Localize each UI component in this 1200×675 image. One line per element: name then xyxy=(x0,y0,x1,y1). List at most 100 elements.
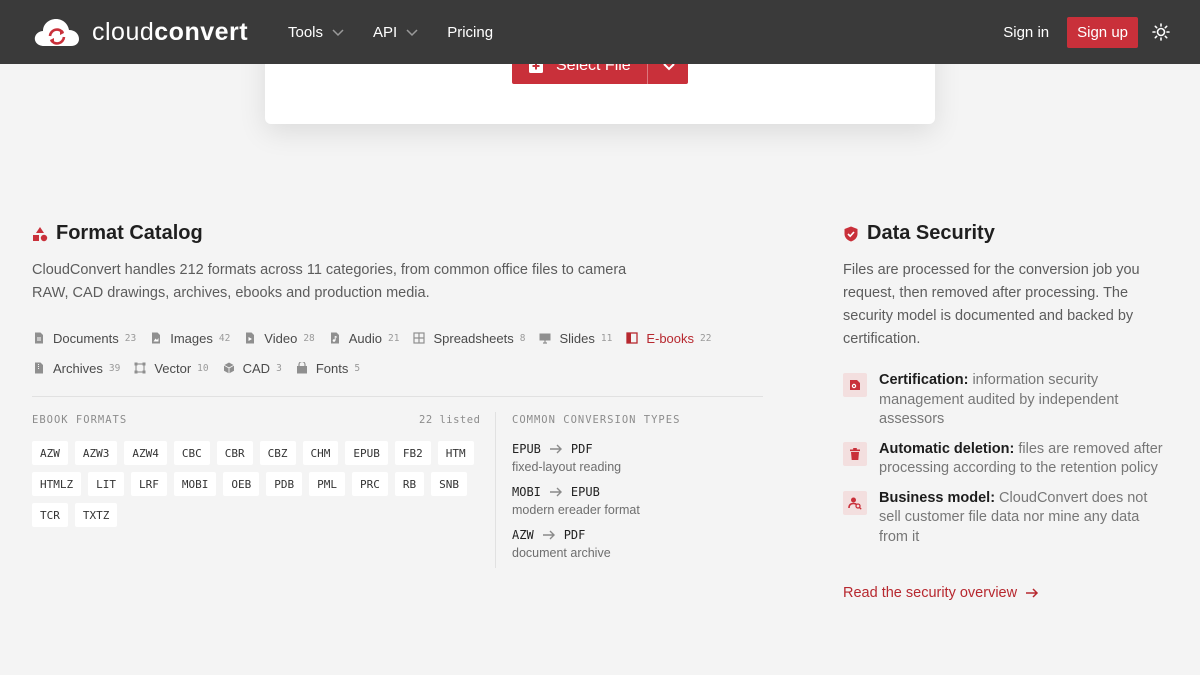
security-description: Files are processed for the conversion j… xyxy=(843,262,1140,347)
format-tag[interactable]: CBC xyxy=(173,441,210,465)
category-slides[interactable]: Slides 11 xyxy=(539,331,612,346)
format-tag[interactable]: TXTZ xyxy=(74,503,118,527)
format-tag[interactable]: FB2 xyxy=(394,441,431,465)
font-icon xyxy=(296,362,307,374)
category-row: Archives 39 Vector 10 CAD 3 Fonts 5 xyxy=(33,357,733,379)
presentation-icon xyxy=(539,333,551,344)
section-divider xyxy=(32,396,763,397)
top-navigation-bar: cloudconvert Tools API Pricing Sign in S… xyxy=(0,0,1200,64)
category-spreadsheets[interactable]: Spreadsheets 8 xyxy=(413,331,525,346)
nav-pricing-label: Pricing xyxy=(447,23,494,41)
nav-tools[interactable]: Tools xyxy=(288,24,345,41)
category-ebooks[interactable]: E-books 22 xyxy=(626,331,711,346)
conversion-route: EPUB PDF xyxy=(512,441,752,457)
category-filter: Documents 23 Images 42 Video 28 Audio 21 Spr… xyxy=(33,327,733,387)
format-tag[interactable]: OEB xyxy=(223,472,260,496)
format-catalog-heading: Format Catalog xyxy=(32,222,203,245)
category-audio[interactable]: Audio 21 xyxy=(329,330,400,346)
grid-icon xyxy=(413,332,426,344)
format-tag[interactable]: LRF xyxy=(131,472,167,496)
archive-icon xyxy=(35,362,43,374)
conversion-item[interactable]: MOBI EPUB modern ereader format xyxy=(512,484,752,517)
conversion-route: MOBI EPUB xyxy=(512,484,752,500)
nav-tools-label: Tools xyxy=(288,23,324,41)
arrow-right-icon xyxy=(549,487,562,497)
category-cad[interactable]: CAD 3 xyxy=(223,361,282,376)
category-count: 21 xyxy=(388,332,400,344)
sign-in-link[interactable]: Sign in xyxy=(1003,24,1049,41)
format-catalog-title: Format Catalog xyxy=(56,222,203,244)
trash-icon xyxy=(850,447,860,460)
format-tag[interactable]: PDB xyxy=(266,472,303,496)
format-tag[interactable]: CBR xyxy=(216,441,253,465)
trash-icon-wrap xyxy=(843,441,867,466)
conversion-item[interactable]: AZW PDF document archive xyxy=(512,527,752,560)
column-divider xyxy=(495,412,496,568)
category-vector[interactable]: Vector 10 xyxy=(134,361,209,376)
format-tag[interactable]: SNB xyxy=(431,472,467,496)
conversion-from: EPUB xyxy=(512,442,541,456)
book-icon xyxy=(626,332,638,344)
conversion-list: EPUB PDF fixed-layout reading MOBI EPUB … xyxy=(512,441,752,570)
category-label: Video xyxy=(264,330,298,346)
category-archives[interactable]: Archives 39 xyxy=(33,361,120,376)
format-tag[interactable]: EPUB xyxy=(345,441,388,465)
security-item-title: Automatic deletion: xyxy=(879,440,1015,457)
category-label: Fonts xyxy=(315,360,349,376)
cube-icon xyxy=(223,362,234,374)
sign-up-button[interactable]: Sign up xyxy=(1067,16,1138,48)
format-tag[interactable]: HTM xyxy=(437,441,474,465)
security-item-text: Automatic deletion: files are removed af… xyxy=(879,440,1169,479)
category-count: 42 xyxy=(218,332,231,344)
format-tag[interactable]: LIT xyxy=(88,472,124,496)
category-count: 3 xyxy=(276,362,282,374)
conversion-description: modern ereader format xyxy=(512,503,640,517)
format-tag[interactable]: HTMLZ xyxy=(32,472,82,496)
category-label: Audio xyxy=(348,330,383,346)
format-tag[interactable]: MOBI xyxy=(173,472,217,496)
user-search-icon xyxy=(848,497,862,510)
security-item-title: Certification: xyxy=(879,372,969,388)
account-nav: Sign in Sign up xyxy=(1003,0,1200,64)
security-item-title: Business model: xyxy=(879,489,996,506)
category-count: 22 xyxy=(700,332,712,344)
category-label: E-books xyxy=(646,330,695,346)
shapes-icon xyxy=(33,226,48,241)
format-tag[interactable]: PRC xyxy=(352,472,388,496)
security-overview-label: Read the security overview xyxy=(843,585,1018,601)
user-search-icon-wrap xyxy=(843,490,867,515)
category-fonts[interactable]: Fonts 5 xyxy=(296,361,360,376)
shield-check-icon xyxy=(844,226,858,241)
nav-pricing[interactable]: Pricing xyxy=(447,24,493,41)
image-icon xyxy=(152,332,161,344)
category-documents[interactable]: Documents 23 xyxy=(33,331,136,346)
security-overview-link[interactable]: Read the security overview xyxy=(843,585,1039,601)
conversion-description: fixed-layout reading xyxy=(512,460,622,474)
category-row: Documents 23 Images 42 Video 28 Audio 21 Spr… xyxy=(33,327,733,349)
security-item-deletion: Automatic deletion: files are removed af… xyxy=(843,440,1173,479)
category-images[interactable]: Images 42 xyxy=(150,331,230,346)
certificate-icon-wrap xyxy=(843,373,867,397)
category-label: Slides xyxy=(559,330,595,346)
format-tag[interactable]: AZW4 xyxy=(124,441,167,465)
nav-api[interactable]: API xyxy=(373,24,419,41)
format-tag[interactable]: AZW xyxy=(32,441,68,465)
format-tag[interactable]: PML xyxy=(309,472,345,496)
format-tag[interactable]: CHM xyxy=(302,441,339,465)
conversion-item[interactable]: EPUB PDF fixed-layout reading xyxy=(512,441,752,474)
format-tag[interactable]: RB xyxy=(394,472,425,496)
conversion-to: PDF xyxy=(563,528,586,542)
catalog-description: CloudConvert handles 212 formats across … xyxy=(32,262,627,301)
cloudconvert-logo[interactable]: cloudconvert xyxy=(34,16,248,48)
conversion-to: EPUB xyxy=(570,485,600,499)
main-nav: Tools API Pricing xyxy=(288,0,521,64)
category-count: 5 xyxy=(354,362,361,374)
theme-toggle-sun-icon[interactable] xyxy=(1152,23,1170,41)
format-tag[interactable]: AZW3 xyxy=(74,441,118,465)
document-icon xyxy=(35,332,43,344)
audio-icon xyxy=(330,332,339,344)
format-tag[interactable]: TCR xyxy=(32,503,68,527)
category-video[interactable]: Video 28 xyxy=(244,330,315,346)
format-tag[interactable]: CBZ xyxy=(259,441,296,465)
category-label: Archives xyxy=(53,360,103,376)
